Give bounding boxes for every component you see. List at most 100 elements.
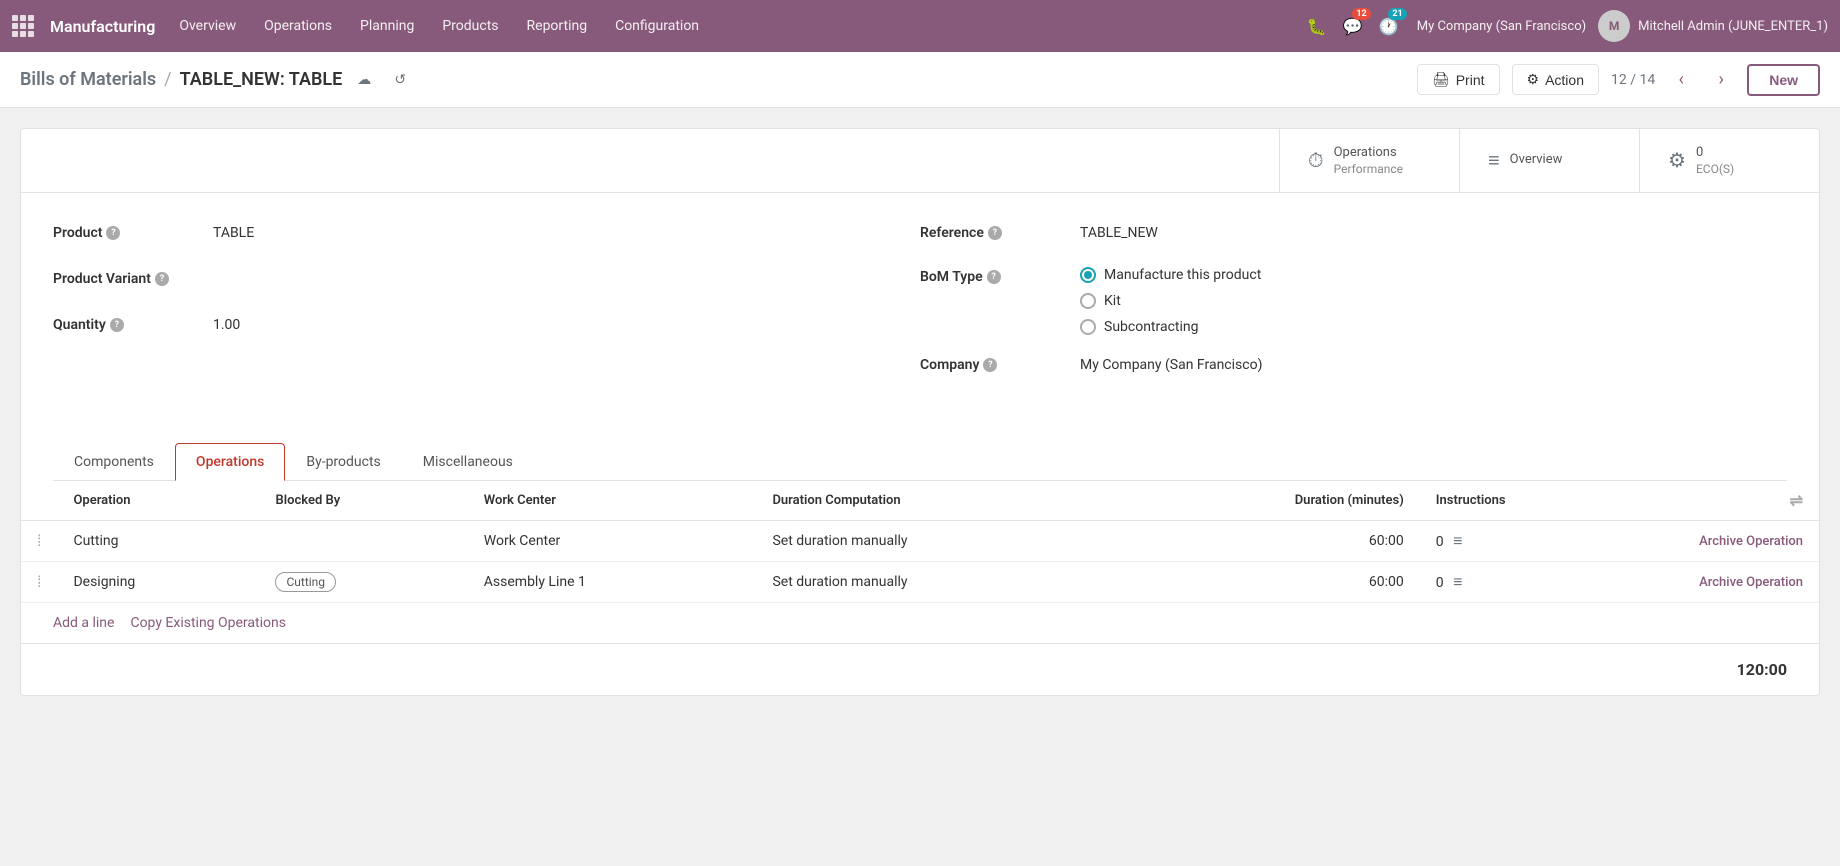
product-variant-help-icon[interactable]: ? <box>155 272 169 286</box>
nav-overview[interactable]: Overview <box>167 12 248 40</box>
activity-badge: 21 <box>1388 8 1406 20</box>
next-record-button[interactable]: › <box>1707 66 1735 94</box>
duration-computation-cell-1[interactable]: Set duration manually <box>756 520 1116 561</box>
archive-cell-2: Archive Operation <box>1639 561 1819 602</box>
radio-subcontracting-circle <box>1080 319 1096 335</box>
ops-performance-stat[interactable]: ⏱ Operations Performance <box>1279 129 1459 192</box>
th-operation: Operation <box>57 481 259 521</box>
drag-handle-cell-2[interactable]: ⁞ <box>21 561 57 602</box>
bug-icon-btn[interactable]: 🐛 <box>1301 10 1333 42</box>
add-line-link[interactable]: Add a line <box>53 615 114 631</box>
archive-button-1[interactable]: Archive Operation <box>1699 534 1803 549</box>
blocked-by-cell-2: Cutting <box>259 561 467 602</box>
breadcrumb-actions: 🖨 Print ⚙ Action 12 / 14 ‹ › New <box>1417 64 1820 96</box>
nav-products[interactable]: Products <box>430 12 510 40</box>
bom-type-radio-group: Manufacture this product Kit Subcontract… <box>1080 267 1261 335</box>
drag-handle-cell-1[interactable]: ⁞ <box>21 520 57 561</box>
product-value[interactable]: TABLE <box>213 225 254 241</box>
reference-help-icon[interactable]: ? <box>988 226 1002 240</box>
stat-label-eco-count: 0 <box>1696 145 1734 162</box>
form-footer: 120:00 <box>21 643 1819 695</box>
breadcrumb-parent[interactable]: Bills of Materials <box>20 69 156 90</box>
activity-icon-btn[interactable]: 🕐 21 <box>1373 10 1405 42</box>
product-help-icon[interactable]: ? <box>106 226 120 240</box>
reference-value[interactable]: TABLE_NEW <box>1080 225 1158 241</box>
nav-configuration[interactable]: Configuration <box>603 12 711 40</box>
stat-label-overview: Overview <box>1510 152 1563 169</box>
bom-type-kit[interactable]: Kit <box>1080 293 1261 309</box>
bom-type-manufacture[interactable]: Manufacture this product <box>1080 267 1261 283</box>
work-center-cell-2[interactable]: Assembly Line 1 <box>468 561 757 602</box>
radio-kit-circle <box>1080 293 1096 309</box>
print-icon: 🖨 <box>1432 71 1450 88</box>
operation-cell-1[interactable]: Cutting <box>57 520 259 561</box>
tab-miscellaneous[interactable]: Miscellaneous <box>402 443 534 481</box>
radio-manufacture-circle <box>1080 267 1096 283</box>
instructions-list-icon-2[interactable]: ≡ <box>1453 572 1462 591</box>
operation-cell-2[interactable]: Designing <box>57 561 259 602</box>
instructions-count-1: 0 <box>1436 534 1444 550</box>
copy-operations-link[interactable]: Copy Existing Operations <box>130 615 286 631</box>
stat-label-ops-perf-2: Performance <box>1334 162 1403 176</box>
bom-type-label: BoM Type ? <box>920 267 1080 285</box>
form-body: Product ? TABLE Product Variant ? <box>21 193 1819 435</box>
blocked-by-cell-1 <box>259 520 467 561</box>
top-navigation: Manufacturing Overview Operations Planni… <box>0 0 1840 52</box>
add-line-area: Add a line Copy Existing Operations <box>21 603 1819 643</box>
chat-icon-btn[interactable]: 💬 12 <box>1337 10 1369 42</box>
quantity-help-icon[interactable]: ? <box>110 318 124 332</box>
ecos-stat[interactable]: ⚙ 0 ECO(S) <box>1639 129 1819 192</box>
tab-operations[interactable]: Operations <box>175 443 285 481</box>
bom-type-subcontracting[interactable]: Subcontracting <box>1080 319 1261 335</box>
company-help-icon[interactable]: ? <box>983 358 997 372</box>
overview-stat[interactable]: ≡ Overview <box>1459 129 1639 192</box>
refresh-icon-btn[interactable]: ↺ <box>386 66 414 94</box>
table-row: ⁞ Cutting Work Center Set duration manua… <box>21 520 1819 561</box>
tab-byproducts[interactable]: By-products <box>285 443 401 481</box>
new-button[interactable]: New <box>1747 64 1820 96</box>
print-button[interactable]: 🖨 Print <box>1417 64 1500 95</box>
nav-reporting[interactable]: Reporting <box>515 12 600 40</box>
bom-type-help-icon[interactable]: ? <box>987 270 1001 284</box>
action-label: Action <box>1545 72 1584 88</box>
drag-handle-icon-1[interactable]: ⁞ <box>37 531 41 550</box>
gear-stat-icon: ⚙ <box>1668 148 1686 172</box>
archive-button-2[interactable]: Archive Operation <box>1699 575 1803 590</box>
print-label: Print <box>1456 72 1485 88</box>
reference-field-row: Reference ? TABLE_NEW <box>920 217 1787 249</box>
radio-subcontracting-label: Subcontracting <box>1104 319 1199 335</box>
breadcrumb-separator: / <box>164 69 171 90</box>
reference-label: Reference ? <box>920 225 1080 241</box>
company-value[interactable]: My Company (San Francisco) <box>1080 357 1262 373</box>
overview-label: Overview <box>1510 152 1563 169</box>
drag-handle-icon-2[interactable]: ⁞ <box>37 572 41 591</box>
instructions-count-2: 0 <box>1436 575 1444 591</box>
th-duration-minutes: Duration (minutes) <box>1116 481 1420 521</box>
blocked-by-badge-2[interactable]: Cutting <box>275 572 336 592</box>
th-actions: ⇌ <box>1639 481 1819 521</box>
archive-cell-1: Archive Operation <box>1639 520 1819 561</box>
duration-computation-cell-2[interactable]: Set duration manually <box>756 561 1116 602</box>
nav-operations[interactable]: Operations <box>252 12 344 40</box>
work-center-cell-1[interactable]: Work Center <box>468 520 757 561</box>
action-button[interactable]: ⚙ Action <box>1512 64 1599 95</box>
quantity-value[interactable]: 1.00 <box>213 317 240 333</box>
form-left-col: Product ? TABLE Product Variant ? <box>53 217 920 395</box>
tab-components[interactable]: Components <box>53 443 175 481</box>
company-name[interactable]: My Company (San Francisco) <box>1417 19 1586 34</box>
user-avatar: M <box>1598 10 1630 42</box>
prev-record-button[interactable]: ‹ <box>1667 66 1695 94</box>
form-main-row: Product ? TABLE Product Variant ? <box>53 217 1787 395</box>
nav-planning[interactable]: Planning <box>348 12 426 40</box>
table-settings-icon[interactable]: ⇌ <box>1790 491 1803 510</box>
main-content: ⏱ Operations Performance ≡ Overview ⚙ 0 … <box>0 108 1840 716</box>
upload-icon-btn[interactable]: ☁ <box>350 66 378 94</box>
duration-cell-1[interactable]: 60:00 <box>1116 520 1420 561</box>
instructions-list-icon-1[interactable]: ≡ <box>1453 531 1462 550</box>
ops-performance-label: Operations Performance <box>1334 145 1403 176</box>
duration-cell-2[interactable]: 60:00 <box>1116 561 1420 602</box>
th-duration-computation: Duration Computation <box>756 481 1116 521</box>
company-label: Company ? <box>920 357 1080 373</box>
app-logo[interactable] <box>12 15 34 37</box>
user-menu[interactable]: M Mitchell Admin (JUNE_ENTER_1) <box>1598 10 1828 42</box>
